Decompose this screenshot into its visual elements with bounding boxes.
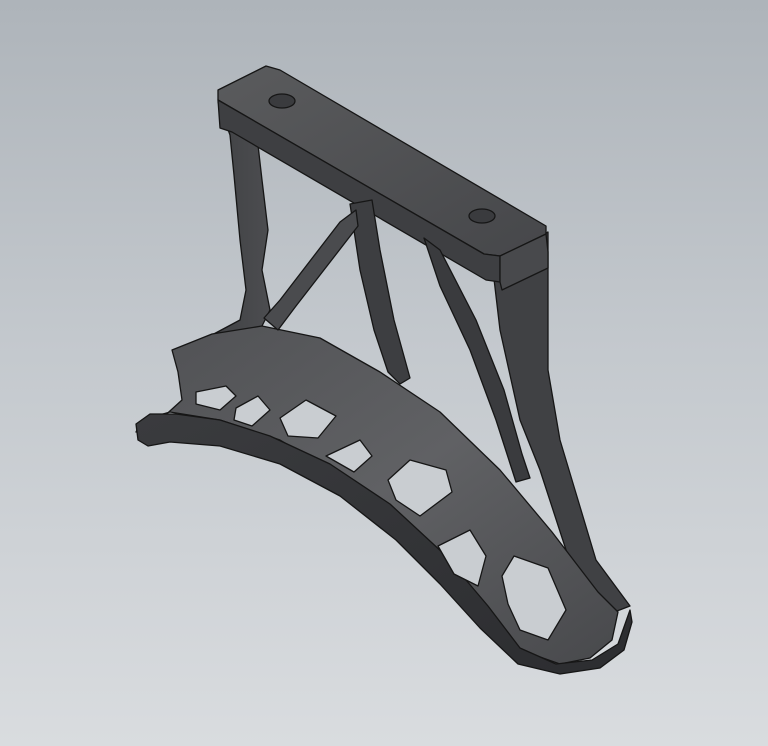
diagonal-strut-left bbox=[263, 209, 359, 331]
bracket-3d-model[interactable] bbox=[0, 0, 768, 746]
mount-hole-right bbox=[468, 208, 496, 224]
mount-hole-left bbox=[268, 93, 296, 109]
cad-3d-viewport[interactable] bbox=[0, 0, 768, 746]
bracket-body bbox=[135, 65, 633, 675]
